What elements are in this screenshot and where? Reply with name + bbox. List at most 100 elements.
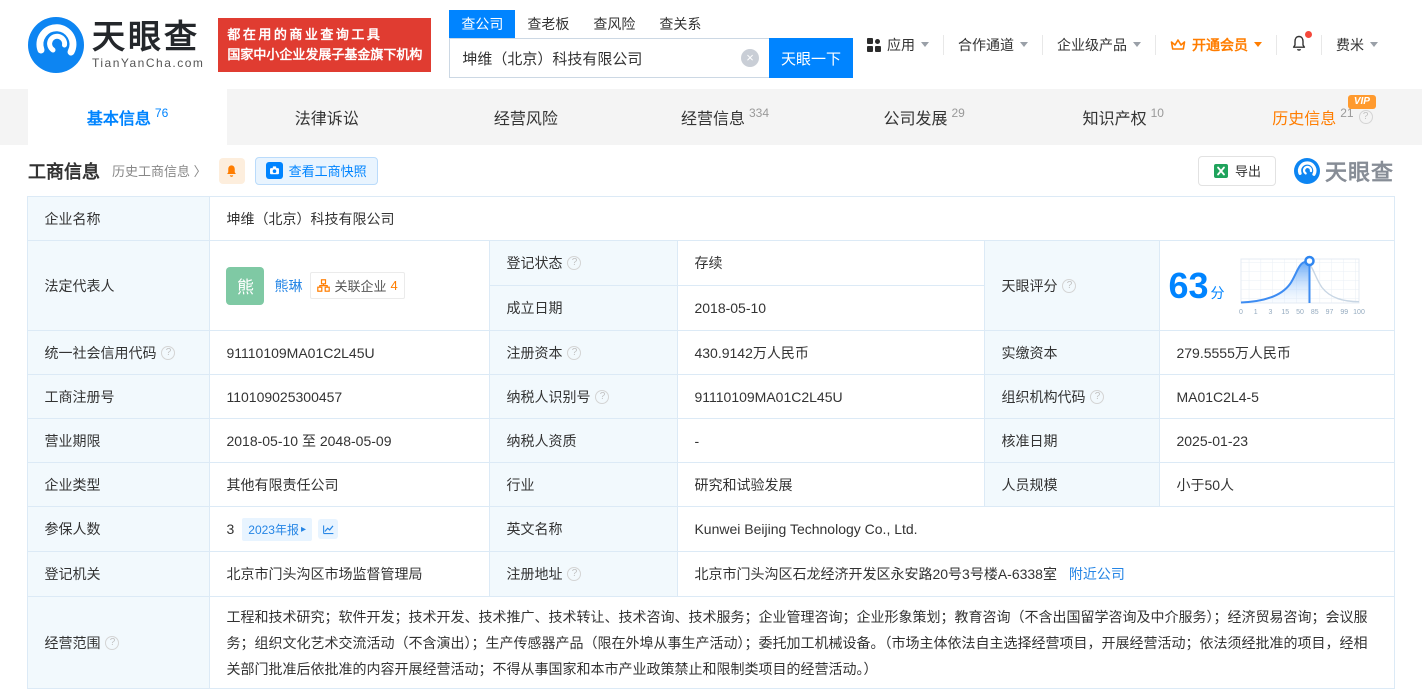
org-code-value: MA01C2L4-5 (1160, 375, 1394, 419)
tianyancha-swirl-icon (28, 17, 84, 73)
svg-text:50: 50 (1296, 309, 1304, 316)
tab-history-info[interactable]: VIP 历史信息 21 (1223, 89, 1422, 145)
svg-text:3: 3 (1268, 309, 1272, 316)
establish-date-label: 成立日期 (490, 286, 678, 331)
search-input[interactable] (449, 38, 769, 78)
svg-text:85: 85 (1310, 309, 1318, 316)
business-term-value: 2018-05-10 至 2048-05-09 (210, 419, 490, 463)
score-distribution-chart: 0 1 3 15 50 85 97 99 100 (1237, 253, 1365, 319)
table-row: 企业类型 其他有限责任公司 行业 研究和试验发展 人员规模 小于50人 (28, 463, 1394, 507)
help-icon[interactable] (567, 346, 581, 360)
slogan-line2: 国家中小企业发展子基金旗下机构 (227, 45, 422, 65)
company-name-value: 坤维（北京）科技有限公司 (210, 197, 1394, 241)
monitor-bell-button[interactable] (219, 158, 245, 184)
trend-chart-icon[interactable] (318, 519, 338, 539)
view-business-snapshot-button[interactable]: 查看工商快照 (255, 157, 378, 185)
tab-intellectual-property[interactable]: 知识产权 10 (1024, 89, 1223, 145)
reg-capital-value: 430.9142万人民币 (678, 331, 985, 375)
related-companies-badge[interactable]: 关联企业 4 (310, 272, 404, 299)
crown-icon (1170, 38, 1186, 52)
nav-open-membership[interactable]: 开通会员 (1155, 35, 1276, 55)
reg-capital-label: 注册资本 (490, 331, 678, 375)
company-type-value: 其他有限责任公司 (210, 463, 490, 507)
search-button[interactable]: 天眼一下 (769, 38, 853, 78)
logo-title: 天眼查 (92, 20, 204, 54)
tab-operation-info[interactable]: 经营信息 334 (625, 89, 824, 145)
business-term-label: 营业期限 (28, 419, 210, 463)
staff-size-label: 人员规模 (985, 463, 1160, 507)
nav-apps[interactable]: 应用 (853, 35, 943, 55)
tab-count: 76 (155, 106, 168, 120)
help-icon[interactable] (1062, 279, 1076, 293)
search-tab-boss[interactable]: 查老板 (515, 10, 581, 38)
tab-basic-info[interactable]: 基本信息 76 (28, 89, 227, 145)
chevron-down-icon (921, 42, 929, 47)
section-title: 工商信息 (28, 158, 100, 184)
tab-label: 法律诉讼 (295, 105, 359, 129)
approve-date-label: 核准日期 (985, 419, 1160, 463)
help-icon[interactable] (105, 636, 119, 650)
help-icon[interactable] (1090, 390, 1104, 404)
english-name-label: 英文名称 (490, 507, 678, 552)
approve-date-value: 2025-01-23 (1160, 419, 1394, 463)
clear-search-icon[interactable] (741, 49, 759, 67)
snapshot-button-label: 查看工商快照 (289, 161, 367, 180)
tab-label: 经营风险 (494, 105, 558, 129)
app-grid-icon (867, 38, 881, 52)
reg-authority-value: 北京市门头沟区市场监督管理局 (210, 552, 490, 597)
table-row: 经营范围 工程和技术研究；软件开发；技术开发、技术推广、技术转让、技术咨询、技术… (28, 597, 1394, 689)
tab-label: 基本信息 (87, 105, 151, 129)
top-nav: 应用 合作通道 企业级产品 开通会员 (853, 35, 1392, 55)
search-area: 查公司 查老板 查风险 查关系 天眼一下 (449, 11, 853, 78)
username: 费米 (1336, 35, 1364, 55)
search-tab-relation[interactable]: 查关系 (647, 10, 713, 38)
tab-company-development[interactable]: 公司发展 29 (825, 89, 1024, 145)
score-marker-pin (1305, 257, 1313, 265)
company-tabs: 基本信息 76 法律诉讼 经营风险 经营信息 334 公司发展 29 知识产权 … (0, 89, 1422, 145)
chevron-down-icon (1254, 42, 1262, 47)
related-companies-label: 关联企业 (334, 276, 386, 295)
help-icon[interactable] (1359, 110, 1373, 124)
slogan-line1: 都在用的商业查询工具 (227, 25, 422, 45)
table-row: 参保人数 3 2023年报 英文名称 Kunwei Beijing Techno… (28, 507, 1394, 552)
help-icon[interactable] (567, 256, 581, 270)
search-tab-risk[interactable]: 查风险 (581, 10, 647, 38)
svg-text:99: 99 (1340, 309, 1348, 316)
establish-date-value: 2018-05-10 (678, 286, 985, 331)
nav-enterprise-products[interactable]: 企业级产品 (1042, 35, 1155, 55)
tianyancha-swirl-icon (1294, 158, 1320, 184)
insured-label: 参保人数 (28, 507, 210, 552)
search-tab-company[interactable]: 查公司 (449, 10, 515, 38)
nearby-companies-link[interactable]: 附近公司 (1069, 566, 1125, 582)
nav-notifications[interactable] (1276, 35, 1321, 55)
camera-icon (266, 162, 283, 179)
export-button[interactable]: 导出 (1198, 156, 1276, 186)
score-label: 天眼评分 (985, 241, 1160, 331)
help-icon[interactable] (595, 390, 609, 404)
excel-icon (1213, 163, 1229, 179)
legal-rep-label: 法定代表人 (28, 241, 210, 331)
tab-legal-litigation[interactable]: 法律诉讼 (227, 89, 426, 145)
help-icon[interactable] (161, 346, 175, 360)
annual-report-badge[interactable]: 2023年报 (242, 518, 312, 541)
english-name-value: Kunwei Beijing Technology Co., Ltd. (678, 507, 1394, 552)
nav-membership-label: 开通会员 (1192, 35, 1248, 55)
related-companies-count: 4 (390, 278, 397, 293)
nav-user-menu[interactable]: 费米 (1321, 35, 1392, 55)
top-header: 天眼查 TianYanCha.com 都在用的商业查询工具 国家中小企业发展子基… (0, 0, 1422, 89)
history-business-info-link[interactable]: 历史工商信息 〉 (112, 161, 207, 180)
legal-rep-cell: 熊 熊琳 关联企业 4 (210, 241, 490, 331)
reg-status-label: 登记状态 (490, 241, 678, 286)
help-icon[interactable] (567, 567, 581, 581)
tab-count: 334 (749, 106, 769, 120)
tab-label: 经营信息 (681, 105, 745, 129)
score-value: 63分 (1168, 268, 1224, 304)
avatar: 熊 (226, 267, 264, 305)
legal-rep-name-link[interactable]: 熊琳 (274, 276, 302, 296)
nav-partner-label: 合作通道 (958, 35, 1014, 55)
table-row: 营业期限 2018-05-10 至 2048-05-09 纳税人资质 - 核准日… (28, 419, 1394, 463)
svg-text:1: 1 (1253, 309, 1257, 316)
bell-icon (1291, 35, 1307, 52)
nav-partner-channel[interactable]: 合作通道 (943, 35, 1042, 55)
tab-operation-risk[interactable]: 经营风险 (426, 89, 625, 145)
